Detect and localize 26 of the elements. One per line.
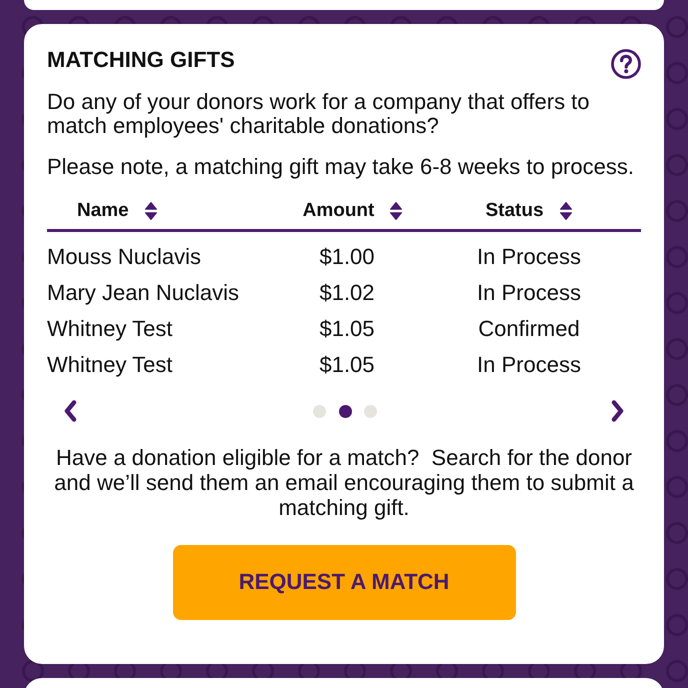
table-cell: Whitney Test xyxy=(47,316,173,342)
chevron-left-icon[interactable] xyxy=(63,399,77,423)
column-header[interactable]: Status xyxy=(485,200,573,222)
table-cell: $1.00 xyxy=(319,244,375,269)
page-dot[interactable] xyxy=(313,404,326,418)
section-title: MATCHING GIFTS xyxy=(47,48,235,72)
table-cell: In Process xyxy=(477,280,581,305)
table-cell: $1.05 xyxy=(319,352,375,378)
table-cell: $1.02 xyxy=(319,280,375,305)
chevron-right-icon[interactable] xyxy=(611,399,625,423)
page-dot[interactable] xyxy=(364,404,377,418)
table-cell: Confirmed xyxy=(478,316,580,342)
page-dot[interactable] xyxy=(338,404,352,418)
table-cell: Whitney Test xyxy=(47,352,173,378)
table-cell: Mouss Nuclavis xyxy=(47,244,202,269)
table-cell: In Process xyxy=(477,244,581,269)
cta-text: Have a donation eligible for a match? Search for the donor and we’ll send them an email encouraging them to submit a matching gift. xyxy=(53,445,635,520)
column-header[interactable]: Name xyxy=(77,200,158,222)
table-cell: Mary Jean Nuclavis xyxy=(47,280,239,305)
table-cell: $1.05 xyxy=(319,316,375,342)
help-icon[interactable] xyxy=(611,49,641,79)
table-cell: In Process xyxy=(477,352,581,378)
column-header[interactable]: Amount xyxy=(302,200,404,222)
request-match-button[interactable]: REQUEST A MATCH xyxy=(172,544,516,620)
intro-text: Do any of your donors work for a company that offers to match employees' charitable donations? xyxy=(47,90,591,138)
note-text: Please note, a matching gift may take 6-8 weeks to process. xyxy=(47,155,635,179)
